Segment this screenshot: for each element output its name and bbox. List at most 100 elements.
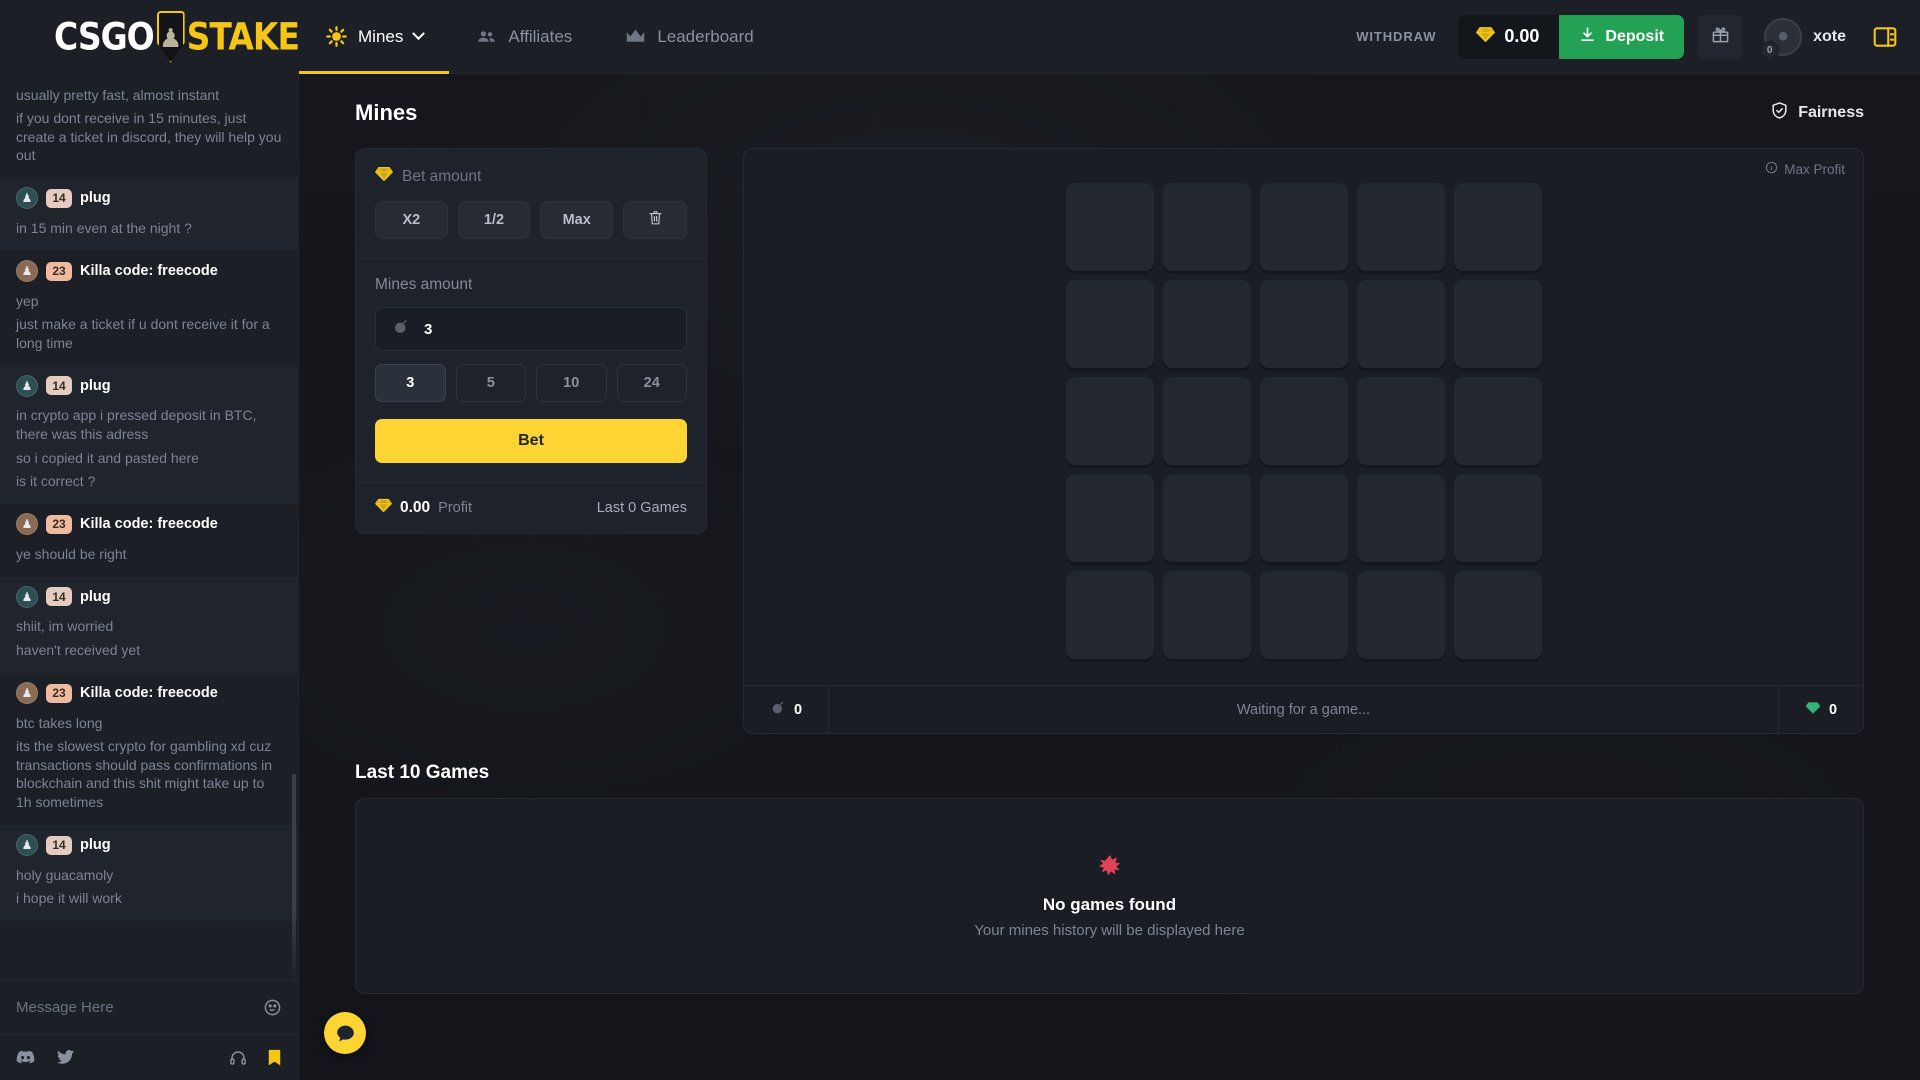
mines-amount-input[interactable]: 3 [375, 307, 687, 351]
chat-message-header: ♟ 23 Killa code: freecode [16, 260, 282, 282]
shield-check-icon [1770, 101, 1789, 125]
chat-message-line: usually pretty fast, almost instant [16, 83, 282, 107]
chat-user-level-badge: 23 [46, 262, 72, 281]
mine-tile[interactable] [1066, 377, 1154, 465]
chat-user-avatar[interactable]: ♟ [16, 375, 38, 397]
chat-message-input[interactable] [16, 999, 255, 1016]
fairness-button[interactable]: Fairness [1770, 101, 1864, 125]
mine-tile[interactable] [1454, 183, 1542, 271]
mines-preset-10[interactable]: 10 [536, 364, 607, 402]
mines-preset-3[interactable]: 3 [375, 364, 446, 402]
deposit-label: Deposit [1605, 28, 1664, 46]
mine-tile[interactable] [1357, 280, 1445, 368]
mine-tile[interactable] [1260, 183, 1348, 271]
gem-icon [1805, 701, 1821, 719]
panel-right-icon[interactable] [1868, 20, 1902, 54]
chat-user-avatar[interactable]: ♟ [16, 682, 38, 704]
mines-grid[interactable] [1066, 183, 1542, 659]
chat-message-list[interactable]: usually pretty fast, almost instantif yo… [0, 74, 298, 980]
download-icon [1579, 26, 1596, 48]
bet-x2-button[interactable]: X2 [375, 201, 448, 239]
board-footer: 0 Waiting for a game... 0 [744, 685, 1863, 733]
headset-icon[interactable] [229, 1049, 247, 1067]
last-games-link[interactable]: Last 0 Games [597, 500, 687, 516]
chat-username[interactable]: plug [80, 837, 111, 853]
mine-tile[interactable] [1357, 571, 1445, 659]
mine-tile[interactable] [1357, 474, 1445, 562]
chat-username[interactable]: Killa code: freecode [80, 263, 218, 279]
brand-text-csgo: CSGO [54, 15, 154, 59]
mine-tile[interactable] [1260, 377, 1348, 465]
chat-message-line: haven't received yet [16, 639, 282, 663]
mines-preset-24[interactable]: 24 [617, 364, 688, 402]
mine-tile[interactable] [1260, 474, 1348, 562]
mine-tile[interactable] [1357, 183, 1445, 271]
mine-tile[interactable] [1066, 474, 1154, 562]
nav-item-mines[interactable]: Mines [299, 0, 449, 74]
chat-footer [0, 1034, 298, 1080]
chat-username[interactable]: Killa code: freecode [80, 516, 218, 532]
chat-user-avatar[interactable]: ♟ [16, 586, 38, 608]
gift-icon [1711, 25, 1730, 49]
gift-button[interactable] [1698, 15, 1742, 59]
mine-tile[interactable] [1454, 280, 1542, 368]
chat-user-avatar[interactable]: ♟ [16, 260, 38, 282]
brand-logo[interactable]: CSGO ♟ STAKE [0, 0, 299, 74]
mine-tile[interactable] [1163, 571, 1251, 659]
chat-message-line: so i copied it and pasted here [16, 446, 282, 470]
mine-tile[interactable] [1163, 183, 1251, 271]
twitter-icon[interactable] [57, 1050, 75, 1065]
chat-username[interactable]: plug [80, 589, 111, 605]
chat-user-avatar[interactable]: ♟ [16, 187, 38, 209]
mine-tile[interactable] [1066, 280, 1154, 368]
profit-label: Profit [438, 500, 472, 516]
gem-icon [375, 166, 393, 187]
chat-message-line: holy guacamoly [16, 863, 282, 887]
bet-half-button[interactable]: 1/2 [458, 201, 531, 239]
nav-item-leaderboard[interactable]: Leaderboard [598, 0, 779, 74]
explosion-icon [1098, 854, 1122, 884]
mine-tile[interactable] [1163, 280, 1251, 368]
chat-message: ♟14plugin crypto app i pressed deposit i… [0, 366, 298, 504]
bet-max-button[interactable]: Max [540, 201, 613, 239]
user-menu[interactable]: ● 0 xote [1764, 18, 1846, 56]
mines-preset-5[interactable]: 5 [456, 364, 527, 402]
mine-tile[interactable] [1066, 183, 1154, 271]
gems-count-value: 0 [1829, 702, 1837, 718]
chat-username[interactable]: Killa code: freecode [80, 685, 218, 701]
mine-tile[interactable] [1260, 571, 1348, 659]
chat-scrollbar[interactable] [292, 774, 296, 980]
mine-tile[interactable] [1454, 377, 1542, 465]
chat-user-avatar[interactable]: ♟ [16, 513, 38, 535]
chat-message-line: in 15 min even at the night ? [16, 216, 282, 240]
chat-bubble-icon[interactable] [324, 1012, 366, 1054]
balance-display[interactable]: 0.00 [1458, 15, 1559, 59]
mine-bomb-icon [770, 700, 786, 720]
crown-icon [624, 26, 646, 48]
mine-tile[interactable] [1454, 474, 1542, 562]
chat-message-line: if you dont receive in 15 minutes, just … [16, 107, 282, 168]
mine-tile[interactable] [1357, 377, 1445, 465]
bet-clear-button[interactable] [623, 201, 687, 239]
mine-tile[interactable] [1163, 377, 1251, 465]
page-header: Mines Fairness [355, 100, 1864, 126]
discord-icon[interactable] [16, 1050, 35, 1065]
chat-message-header: ♟14plug [16, 586, 282, 608]
nav-item-affiliates[interactable]: Affiliates [449, 0, 598, 74]
mine-tile[interactable] [1066, 571, 1154, 659]
max-profit-indicator[interactable]: Max Profit [1765, 161, 1845, 177]
chat-user-avatar[interactable]: ♟ [16, 834, 38, 856]
mine-tile[interactable] [1163, 474, 1251, 562]
chat-message-line: shiit, im worried [16, 615, 282, 639]
chat-username[interactable]: plug [80, 378, 111, 394]
mine-tile[interactable] [1454, 571, 1542, 659]
bookmark-icon[interactable] [267, 1049, 282, 1067]
chat-user-level-badge: 14 [46, 189, 72, 208]
bet-button[interactable]: Bet [375, 419, 687, 463]
mine-tile[interactable] [1260, 280, 1348, 368]
withdraw-button[interactable]: WITHDRAW [1334, 29, 1458, 44]
emoji-smiley-icon[interactable] [263, 998, 282, 1017]
chat-username[interactable]: plug [80, 190, 111, 206]
deposit-button[interactable]: Deposit [1559, 15, 1684, 59]
bet-panel: Bet amount X2 1/2 Max [355, 148, 707, 534]
